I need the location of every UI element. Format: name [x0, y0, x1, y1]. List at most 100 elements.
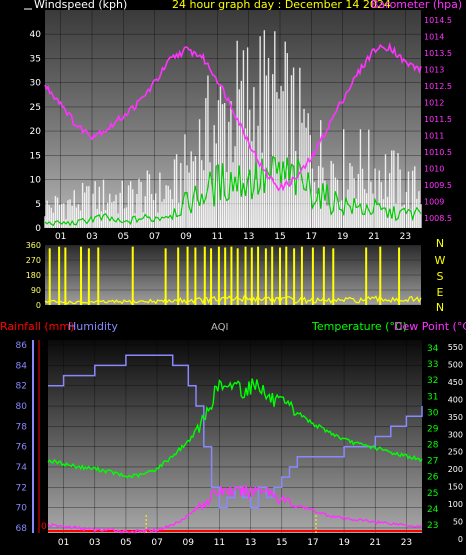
- temperature-y-tick: 31: [427, 392, 438, 402]
- wind-y-tick: 10: [30, 176, 42, 186]
- wind-x-tick: 01: [55, 232, 66, 242]
- direction-y-tick: 180: [26, 271, 41, 280]
- barometer-y-tick: 1014: [424, 32, 444, 41]
- lower-x-tick: 07: [151, 538, 162, 548]
- wind-y-tick: 5: [35, 200, 41, 210]
- aqi-y-tick: 350: [448, 413, 463, 422]
- humidity-y-tick: 84: [16, 361, 28, 371]
- compass-labels: NWSEN: [435, 237, 446, 314]
- wind-x-tick: 09: [180, 232, 192, 242]
- wind-y-tick: 20: [30, 127, 42, 137]
- wind-y-tick: 30: [30, 79, 42, 89]
- aqi-y-tick: 300: [448, 430, 463, 439]
- barometer-y-axis: 1008.5 1009 1009.5 1010 1010.5 1011 1011.5 1012…: [424, 16, 452, 223]
- barometer-y-tick: 1010: [424, 165, 444, 174]
- lower-x-tick: 15: [276, 538, 287, 548]
- wind-x-axis: 01 03 05 07 09 11 13 15 17 19 21 23: [55, 232, 411, 242]
- barometer-y-tick: 1012.5: [424, 82, 452, 91]
- legend-dew-point: Dew Point (°C): [394, 320, 466, 333]
- wind-x-tick: 15: [274, 232, 285, 242]
- legend-humidity: Humidity: [68, 320, 118, 333]
- lower-x-tick: 23: [401, 538, 412, 548]
- temperature-y-tick: 30: [427, 408, 439, 418]
- humidity-y-axis: 68 70 72 74 76 78 80 82 84 86: [16, 341, 28, 534]
- aqi-y-tick: 200: [448, 465, 463, 474]
- compass-label: S: [437, 270, 444, 283]
- aqi-y-tick: 500: [448, 360, 463, 369]
- temperature-y-tick: 26: [427, 473, 439, 483]
- humidity-y-tick: 72: [16, 483, 27, 493]
- wind-x-tick: 19: [337, 232, 349, 242]
- humidity-y-tick: 78: [16, 422, 28, 432]
- compass-label: N: [436, 301, 444, 314]
- barometer-y-tick: 1011: [424, 132, 444, 141]
- wind-x-tick: 17: [306, 232, 317, 242]
- humidity-y-tick: 82: [16, 382, 27, 392]
- compass-label: E: [437, 286, 444, 299]
- aqi-y-tick: 0: [458, 535, 463, 544]
- direction-y-tick: 360: [26, 241, 41, 250]
- weather-graphs: 0510152025303540 1008.510091009.51010101…: [0, 0, 466, 548]
- legend-aqi: AQI: [211, 322, 229, 333]
- wind-x-tick: 11: [212, 232, 223, 242]
- temperature-humidity-chart: 68 70 72 74 76 78 80 82 84 86 23 24 25 26 27 28 29 30 31 3…: [16, 340, 463, 548]
- barometer-y-tick: 1012: [424, 98, 444, 107]
- aqi-y-tick: 450: [448, 378, 463, 387]
- aqi-y-tick: 550: [448, 343, 463, 352]
- lower-plot-area: [48, 340, 422, 533]
- lower-x-tick: 11: [214, 538, 225, 548]
- temperature-y-axis: 23 24 25 26 27 28 29 30 31 32 33 34: [427, 344, 439, 531]
- wind-x-tick: 07: [149, 232, 160, 242]
- humidity-y-tick: 80: [16, 402, 28, 412]
- wind-x-tick: 13: [243, 232, 254, 242]
- wind-x-tick: 05: [118, 232, 129, 242]
- compass-label: N: [436, 237, 444, 250]
- temperature-y-tick: 32: [427, 376, 438, 386]
- aqi-y-tick: 400: [448, 395, 463, 404]
- legend-rainfall: Rainfall (mm): [0, 320, 74, 333]
- barometer-y-tick: 1010.5: [424, 148, 452, 157]
- lower-x-tick: 09: [183, 538, 195, 548]
- wind-direction-chart: 0 90 180 270 360 NWSEN: [26, 237, 446, 314]
- temperature-y-tick: 29: [427, 424, 439, 434]
- humidity-y-tick: 74: [16, 463, 28, 473]
- lower-x-tick: 03: [89, 538, 100, 548]
- legend-temperature: Temperature (°C): [311, 320, 407, 333]
- temperature-y-tick: 25: [427, 489, 438, 499]
- barometer-y-tick: 1009.5: [424, 181, 452, 190]
- wind-x-tick: 23: [400, 232, 411, 242]
- temperature-y-tick: 28: [427, 441, 439, 451]
- barometer-axis-label: Barometer (hpa): [371, 0, 462, 11]
- aqi-y-tick: 150: [448, 483, 463, 492]
- lower-chart-legend: Rainfall (mm) Humidity AQI Temperature (…: [0, 320, 466, 333]
- barometer-y-tick: 1008.5: [424, 214, 452, 223]
- barometer-y-tick: 1013: [424, 65, 444, 74]
- lower-x-tick: 01: [58, 538, 69, 548]
- barometer-y-tick: 1014.5: [424, 16, 452, 25]
- wind-y-tick: 15: [30, 151, 41, 161]
- temperature-y-tick: 34: [427, 344, 439, 354]
- wind-y-tick: 25: [30, 103, 41, 113]
- wind-y-tick: 0: [35, 224, 41, 234]
- humidity-y-tick: 68: [16, 524, 28, 534]
- wind-axis-label: Windspeed (kph): [34, 0, 127, 11]
- barometer-y-tick: 1011.5: [424, 115, 452, 124]
- humidity-y-tick: 86: [16, 341, 28, 351]
- temperature-y-tick: 23: [427, 521, 438, 531]
- temperature-y-tick: 24: [427, 505, 439, 515]
- lower-x-tick: 21: [370, 538, 381, 548]
- wind-y-tick: 35: [30, 54, 41, 64]
- aqi-y-tick: 50: [453, 518, 463, 527]
- direction-y-tick: 90: [31, 286, 41, 295]
- humidity-y-tick: 76: [16, 443, 28, 453]
- lower-x-tick: 17: [307, 538, 318, 548]
- aqi-y-axis: 0 50 100 150 200 250 300 350 400 450 500 550: [448, 343, 463, 544]
- direction-y-tick: 270: [26, 256, 41, 265]
- wind-y-tick: 40: [30, 30, 42, 40]
- rain-axis-zero-label: 0: [41, 522, 47, 532]
- temperature-y-tick: 27: [427, 457, 438, 467]
- direction-y-tick: 0: [36, 301, 41, 310]
- barometer-y-tick: 1009: [424, 198, 444, 207]
- wind-x-tick: 03: [86, 232, 97, 242]
- humidity-y-tick: 70: [16, 504, 28, 514]
